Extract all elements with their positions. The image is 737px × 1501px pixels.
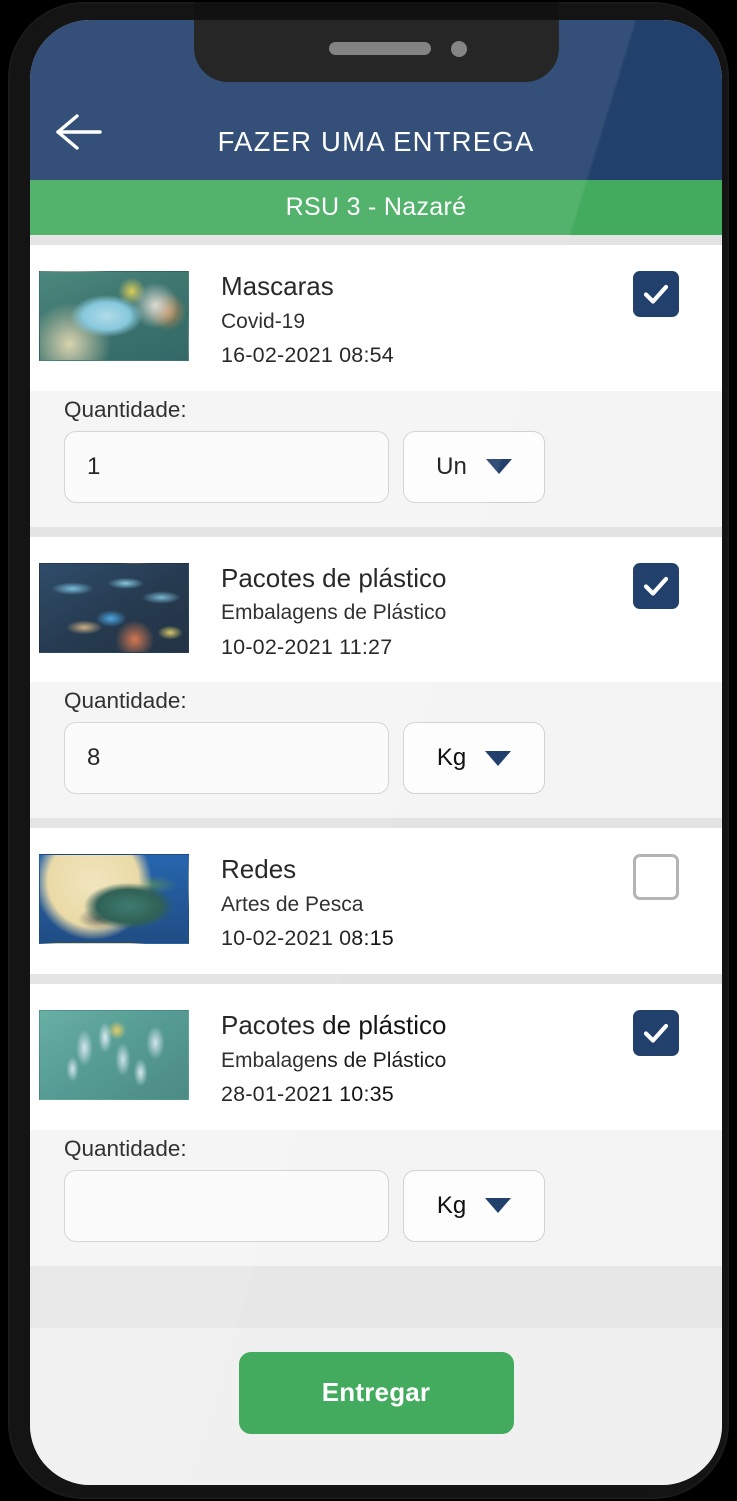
- back-button[interactable]: [48, 104, 110, 160]
- quantity-label: Quantidade:: [64, 1135, 187, 1161]
- arrow-left-icon: [56, 114, 102, 150]
- item-thumbnail: [39, 562, 189, 653]
- list-item[interactable]: Pacotes de plástico Embalagens de Plásti…: [30, 536, 722, 683]
- unit-select-value: Un: [436, 452, 467, 480]
- item-checkbox[interactable]: [633, 1009, 679, 1056]
- list-item[interactable]: Mascaras Covid-19 16-02-2021 08:54: [30, 245, 722, 391]
- phone-notch: [194, 2, 559, 82]
- footer-spacer: [30, 1265, 722, 1328]
- list-separator: [30, 973, 722, 984]
- unit-select[interactable]: Un: [403, 430, 545, 503]
- item-datetime: 16-02-2021 08:54: [221, 342, 394, 367]
- quantity-controls: 1 Un: [30, 430, 722, 503]
- page-title: FAZER UMA ENTREGA: [217, 126, 535, 157]
- quantity-label: Quantidade:: [64, 688, 187, 714]
- quantity-controls: Kg: [30, 1169, 722, 1242]
- item-row[interactable]: Pacotes de plástico Embalagens de Plásti…: [30, 537, 722, 683]
- quantity-input[interactable]: [64, 1169, 389, 1242]
- item-checkbox[interactable]: [633, 562, 679, 609]
- quantity-block: Quantidade: 8 Kg: [30, 682, 722, 819]
- item-datetime: 10-02-2021 08:15: [221, 926, 394, 951]
- item-checkbox[interactable]: [633, 271, 679, 317]
- unit-select-value: Kg: [436, 1191, 467, 1219]
- quantity-controls: 8 Kg: [30, 722, 722, 795]
- quantity-label: Quantidade:: [64, 396, 187, 422]
- checkmark-icon: [643, 576, 669, 596]
- checkmark-icon: [643, 1023, 669, 1043]
- item-row[interactable]: Redes Artes de Pesca 10-02-2021 08:15: [30, 828, 722, 974]
- earpiece-speaker: [329, 42, 431, 55]
- item-thumbnail: [39, 854, 189, 945]
- caret-down-icon: [485, 1198, 512, 1214]
- quantity-input[interactable]: 8: [64, 722, 389, 795]
- caret-down-icon: [485, 459, 512, 475]
- list-item[interactable]: Redes Artes de Pesca 10-02-2021 08:15: [30, 828, 722, 974]
- list-separator: [30, 818, 722, 829]
- location-banner: RSU 3 - Nazaré: [30, 180, 722, 235]
- list-separator: [30, 526, 722, 537]
- phone-frame: FAZER UMA ENTREGA RSU 3 - Nazaré Mascara…: [0, 0, 737, 1501]
- unit-select-value: Kg: [436, 744, 467, 772]
- quantity-block: Quantidade: Kg: [30, 1129, 722, 1266]
- item-row[interactable]: Mascaras Covid-19 16-02-2021 08:54: [30, 245, 722, 391]
- checkmark-icon: [643, 284, 669, 304]
- item-checkbox[interactable]: [633, 854, 679, 901]
- unit-select[interactable]: Kg: [403, 1169, 545, 1242]
- item-thumbnail: [39, 271, 189, 361]
- phone-bezel: FAZER UMA ENTREGA RSU 3 - Nazaré Mascara…: [8, 2, 729, 1499]
- caret-down-icon: [485, 750, 512, 766]
- front-camera: [451, 41, 467, 57]
- unit-select[interactable]: Kg: [403, 722, 545, 795]
- list-item[interactable]: Pacotes de plástico Embalagens de Plásti…: [30, 983, 722, 1130]
- footer-bar: Entregar: [30, 1327, 722, 1485]
- item-thumbnail: [39, 1009, 189, 1100]
- phone-screen: FAZER UMA ENTREGA RSU 3 - Nazaré Mascara…: [30, 20, 722, 1485]
- location-banner-label: RSU 3 - Nazaré: [285, 193, 467, 221]
- submit-delivery-button[interactable]: Entregar: [238, 1351, 514, 1434]
- quantity-block: Quantidade: 1 Un: [30, 390, 722, 527]
- list-separator: [30, 235, 722, 245]
- quantity-input[interactable]: 1: [64, 430, 389, 503]
- item-datetime: 28-01-2021 10:35: [221, 1081, 394, 1106]
- item-datetime: 10-02-2021 11:27: [221, 634, 393, 659]
- delivery-items-list: Mascaras Covid-19 16-02-2021 08:54 Quant…: [30, 235, 722, 1266]
- item-row[interactable]: Pacotes de plástico Embalagens de Plásti…: [30, 984, 722, 1130]
